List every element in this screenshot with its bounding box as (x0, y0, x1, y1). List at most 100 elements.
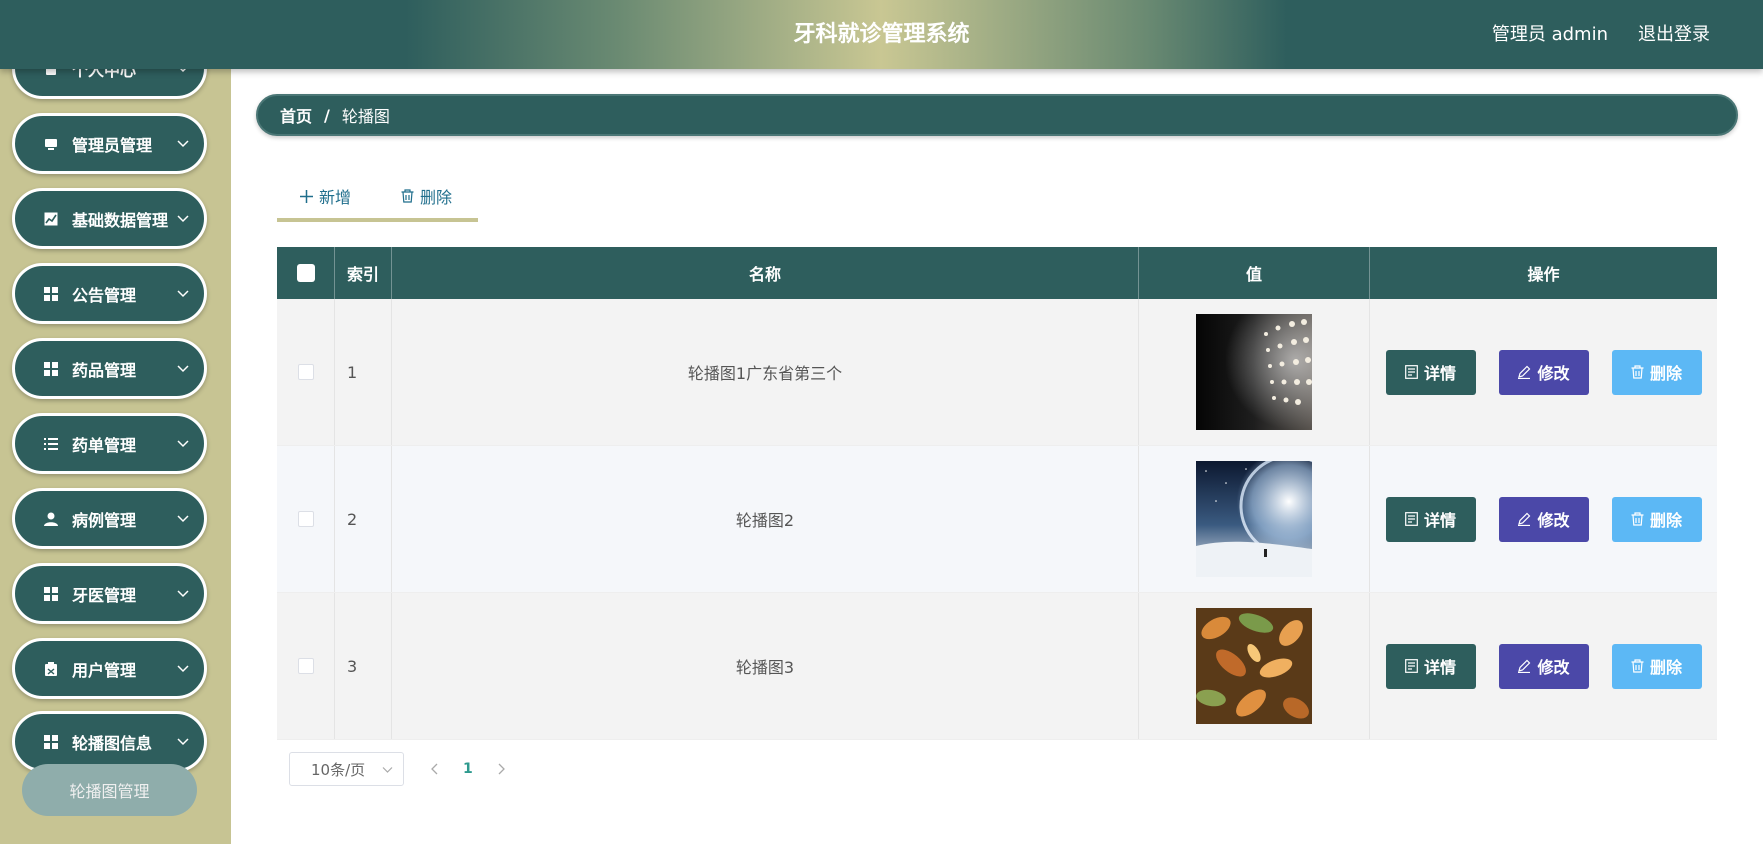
breadcrumb-separator: / (324, 105, 330, 125)
sidebar-item-label: 基础数据管理 (72, 210, 169, 230)
page-size-select[interactable]: 10条/页 (289, 752, 404, 786)
pencil-icon (1518, 659, 1531, 673)
header-value: 值 (1139, 247, 1370, 299)
select-all-cell (277, 247, 335, 299)
pagination: 10条/页 1 (289, 752, 506, 786)
chevron-left-icon (431, 763, 438, 775)
sidebar-item-users[interactable]: 用户管理 (12, 638, 207, 699)
row-checkbox[interactable] (297, 658, 314, 674)
edit-button-label: 修改 (1537, 364, 1570, 383)
sidebar-item-label: 管理员管理 (72, 135, 153, 155)
chevron-down-icon (382, 767, 393, 773)
delete-button[interactable]: 删除 (1611, 349, 1702, 395)
header-index: 索引 (335, 247, 392, 299)
sidebar-item-prescription[interactable]: 药单管理 (12, 413, 207, 474)
sidebar-item-label: 药品管理 (72, 360, 137, 380)
row-value-cell (1139, 593, 1370, 739)
top-header: 牙科就诊管理系统 管理员 admin 退出登录 (0, 0, 1763, 69)
sidebar: 个人中心 管理员管理 基础数据管理 公告管理 药品管理 药单管理 病例管理 牙医… (0, 0, 231, 844)
row-index: 2 (335, 446, 392, 592)
detail-button[interactable]: 详情 (1385, 496, 1476, 542)
sidebar-item-announcements[interactable]: 公告管理 (12, 263, 207, 324)
batch-delete-button[interactable]: 删除 (401, 184, 452, 208)
row-value-cell (1139, 446, 1370, 592)
logout-link[interactable]: 退出登录 (1638, 0, 1710, 69)
row-check-cell (277, 446, 335, 592)
table-row: 3 轮播图3 详情 修改 删除 (277, 593, 1717, 740)
row-index: 3 (335, 593, 392, 739)
sidebar-item-label: 牙医管理 (72, 585, 137, 605)
detail-button-label: 详情 (1423, 658, 1456, 677)
sidebar-item-admin[interactable]: 管理员管理 (12, 113, 207, 174)
sidebar-item-carousel-info[interactable]: 轮播图信息 (12, 711, 207, 772)
delete-button[interactable]: 删除 (1611, 496, 1702, 542)
row-ops-cell: 详情 修改 删除 (1370, 593, 1717, 739)
sidebar-item-label: 药单管理 (72, 435, 137, 455)
edit-button[interactable]: 修改 (1498, 643, 1589, 689)
delete-button-label: 删除 (1649, 364, 1682, 383)
document-icon (1405, 659, 1418, 673)
trash-icon (1631, 659, 1644, 673)
clipboard-icon (43, 661, 59, 677)
sidebar-item-medical-records[interactable]: 病例管理 (12, 488, 207, 549)
sidebar-item-basic-data[interactable]: 基础数据管理 (12, 188, 207, 249)
action-bar: 新增 删除 (277, 178, 478, 222)
breadcrumb-home[interactable]: 首页 (280, 103, 312, 127)
detail-button[interactable]: 详情 (1385, 349, 1476, 395)
next-page-button[interactable] (497, 763, 506, 775)
sidebar-item-label: 病例管理 (72, 510, 137, 530)
batch-delete-label: 删除 (420, 188, 453, 207)
table-header: 索引 名称 值 操作 (277, 247, 1717, 299)
plus-icon (300, 189, 313, 203)
row-checkbox[interactable] (297, 364, 314, 380)
add-button-label: 新增 (319, 188, 352, 207)
edit-button-label: 修改 (1537, 511, 1570, 530)
row-name: 轮播图1广东省第三个 (392, 299, 1139, 445)
pencil-icon (1518, 512, 1531, 526)
row-index: 1 (335, 299, 392, 445)
chart-icon (43, 211, 59, 227)
carousel-image-thumbnail[interactable] (1196, 314, 1312, 430)
grid-icon (43, 361, 59, 377)
delete-button[interactable]: 删除 (1611, 643, 1702, 689)
detail-button[interactable]: 详情 (1385, 643, 1476, 689)
row-name: 轮播图2 (392, 446, 1139, 592)
sidebar-item-label: 用户管理 (72, 660, 137, 680)
chevron-down-icon (177, 738, 189, 746)
detail-button-label: 详情 (1423, 364, 1456, 383)
sidebar-item-dentists[interactable]: 牙医管理 (12, 563, 207, 624)
grid-icon (43, 734, 59, 750)
row-checkbox[interactable] (297, 511, 314, 527)
grid-icon (43, 586, 59, 602)
edit-button-label: 修改 (1537, 658, 1570, 677)
sidebar-item-label: 公告管理 (72, 285, 137, 305)
page-size-value: 10条/页 (311, 760, 366, 779)
chevron-down-icon (177, 590, 189, 598)
chevron-down-icon (177, 290, 189, 298)
prev-page-button[interactable] (430, 763, 439, 775)
header-name: 名称 (392, 247, 1139, 299)
breadcrumb-current: 轮播图 (341, 107, 390, 126)
row-ops-cell: 详情 修改 删除 (1370, 446, 1717, 592)
row-name: 轮播图3 (392, 593, 1139, 739)
row-check-cell (277, 593, 335, 739)
page-number[interactable]: 1 (463, 761, 473, 777)
pencil-icon (1518, 365, 1531, 379)
sidebar-item-medicine[interactable]: 药品管理 (12, 338, 207, 399)
carousel-image-thumbnail[interactable] (1196, 461, 1312, 577)
sidebar-subitem-carousel-management[interactable]: 轮播图管理 (22, 764, 197, 816)
add-button[interactable]: 新增 (300, 184, 351, 208)
delete-button-label: 删除 (1649, 658, 1682, 677)
carousel-table: 索引 名称 值 操作 1 轮播图1广东省第三个 详情 修改 删除 2 轮播图2 … (277, 247, 1717, 740)
edit-button[interactable]: 修改 (1498, 496, 1589, 542)
trash-icon (1631, 512, 1644, 526)
select-all-checkbox[interactable] (296, 264, 315, 282)
carousel-image-thumbnail[interactable] (1196, 608, 1312, 724)
delete-button-label: 删除 (1649, 511, 1682, 530)
chevron-right-icon (498, 763, 505, 775)
grid-icon (43, 286, 59, 302)
table-row: 2 轮播图2 详情 修改 删除 (277, 446, 1717, 593)
monitor-icon (43, 136, 59, 152)
chevron-down-icon (177, 665, 189, 673)
edit-button[interactable]: 修改 (1498, 349, 1589, 395)
